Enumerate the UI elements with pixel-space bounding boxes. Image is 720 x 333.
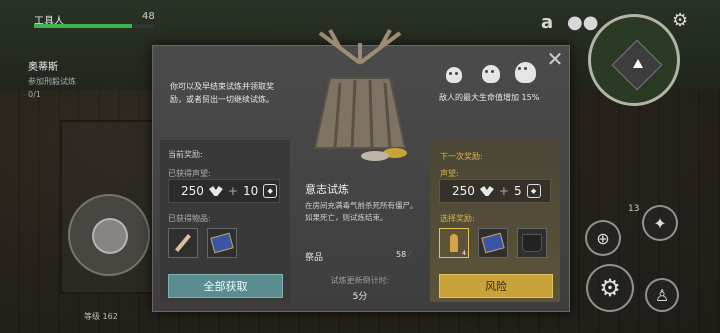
trial-title: 意志试炼 — [305, 183, 349, 196]
wolf-emblem-icon — [208, 186, 223, 196]
danger-text: 敌人的最大生命值增加 15% — [439, 93, 540, 102]
minimap[interactable] — [588, 14, 680, 106]
shrine-antlers — [318, 29, 402, 65]
close-icon[interactable]: ✕ — [546, 49, 564, 69]
sacrifice-label: 祭品 — [305, 253, 324, 263]
next-rep-plus: + — [498, 184, 509, 198]
interact-gear-button[interactable]: ⚙ — [586, 264, 634, 312]
shield-emblem-icon: ◆ — [526, 184, 541, 198]
card-icon — [210, 232, 234, 254]
quest-progress: 0/1 — [28, 90, 41, 99]
quest-subtitle: 参加刑毅试炼 — [28, 77, 76, 86]
current-reward-label: 当前奖励: — [168, 150, 203, 159]
crosshair-button[interactable]: ⊕ — [585, 220, 621, 256]
shrine-illustration — [313, 29, 407, 161]
crouch-button[interactable]: ♙ — [645, 278, 679, 312]
rep-value-b: 10 — [242, 184, 259, 198]
bottom-level-text: 等级 162 — [84, 312, 118, 321]
skull-icon-2 — [482, 65, 500, 83]
card-icon — [481, 232, 505, 254]
intro-text: 你可以及早结束试炼并领取奖励，或者贸出一切继续试炼。 — [170, 82, 274, 104]
wolf-emblem-icon — [479, 186, 494, 196]
reward-option-count: 4 — [462, 250, 466, 257]
joystick-knob[interactable] — [92, 218, 128, 254]
shrine-skulls — [361, 151, 389, 161]
reward-option-card[interactable] — [478, 228, 508, 258]
reputation-label: 已获得声望: — [168, 169, 211, 178]
reward-option-boots[interactable] — [517, 228, 547, 258]
reward-option-ammo[interactable]: 4 — [439, 228, 469, 258]
next-reward-label: 下一次奖励: — [440, 152, 483, 161]
choose-reward-label: 选择奖励: — [440, 214, 475, 223]
next-rep-b: 5 — [513, 184, 522, 198]
next-rep-label: 声望: — [440, 169, 459, 178]
shield-emblem-icon: ◆ — [263, 184, 278, 198]
health-bar — [34, 24, 154, 28]
items-label: 已获得物品: — [168, 214, 211, 223]
current-reputation-row: 250 + 10 ◆ — [168, 179, 280, 203]
rep-plus: + — [227, 184, 238, 198]
tool-button[interactable]: ✦ — [642, 205, 678, 241]
boots-icon — [522, 234, 542, 252]
friends-icon[interactable]: ●● — [567, 12, 598, 33]
next-rep-a: 250 — [452, 184, 475, 198]
shrine-body — [313, 77, 407, 149]
quest-title: 奥蒂斯 — [28, 62, 58, 73]
item-slot-card[interactable] — [207, 228, 237, 258]
health-bar-fill — [34, 24, 133, 28]
feather-icon: ⁄ — [408, 250, 411, 259]
minimap-player-icon — [633, 59, 643, 68]
minimap-number: 13 — [628, 204, 640, 214]
collect-all-button[interactable]: 全部获取 — [168, 274, 283, 298]
refresh-label: 试炼更新倒计时: — [330, 276, 390, 285]
skull-icon-3 — [515, 62, 536, 83]
rep-value-a: 250 — [181, 184, 204, 198]
refresh-value: 5分 — [352, 292, 368, 302]
next-reputation-row: 250 + 5 ◆ — [439, 179, 551, 203]
amazon-icon[interactable]: a — [541, 12, 553, 33]
settings-gear-icon[interactable]: ⚙ — [672, 10, 688, 31]
item-slot-machete[interactable] — [168, 228, 198, 258]
sacrifice-count: 58 ⁄ — [396, 250, 410, 259]
machete-icon — [175, 234, 191, 252]
skull-icon-1 — [446, 67, 462, 83]
risk-button[interactable]: 风险 — [439, 274, 553, 298]
bullet-icon — [450, 234, 458, 252]
trial-description: 在房间充满毒气前杀死所有僵尸。如果死亡，则试炼结束。 — [305, 201, 418, 222]
player-level: 48 — [142, 11, 155, 22]
sacrifice-count-value: 58 — [396, 250, 407, 259]
movement-joystick[interactable] — [68, 194, 150, 276]
quest-tracker[interactable]: 奥蒂斯 参加刑毅试炼 0/1 — [28, 58, 152, 99]
